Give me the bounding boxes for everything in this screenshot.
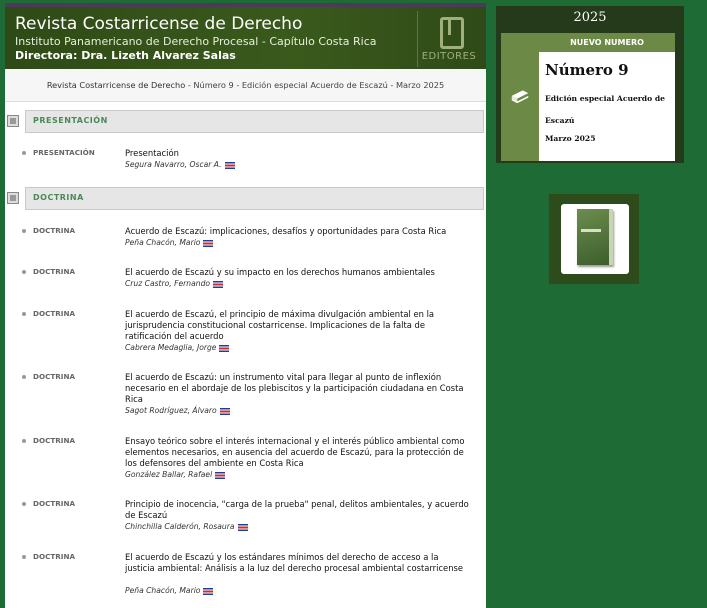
item-title[interactable]: El acuerdo de Escazú: un instrumento vit… — [125, 372, 470, 405]
author-name[interactable]: Segura Navarro, Oscar A. — [125, 160, 222, 169]
list-item: DOCTRINA El acuerdo de Escazú y los está… — [5, 535, 486, 605]
item-author: González Ballar, Rafael — [125, 470, 226, 479]
list-item: PRESENTACIÓN Presentación Segura Navarro… — [5, 132, 486, 187]
item-title[interactable]: El acuerdo de Escazú, el principio de má… — [125, 309, 470, 342]
book-cover-frame — [561, 204, 629, 274]
book-cover-image — [577, 209, 613, 265]
item-category: DOCTRINA — [33, 499, 76, 508]
item-category: DOCTRINA — [33, 436, 76, 445]
author-name[interactable]: Peña Chacón, Mario — [125, 238, 200, 247]
issue-number[interactable]: Número 9 — [545, 61, 629, 79]
bullet-icon — [22, 229, 26, 233]
collapse-icon[interactable] — [7, 192, 19, 204]
costa-rica-flag-icon — [215, 471, 226, 479]
costa-rica-flag-icon — [213, 280, 224, 288]
section-doctrina: DOCTRINA — [5, 187, 486, 210]
item-author: Sagot Rodríguez, Álvaro — [125, 406, 230, 415]
current-issue-card[interactable]: NUEVO NUMERO Número 9 Edición especial A… — [501, 33, 675, 161]
item-author: Peña Chacón, Mario — [125, 586, 214, 595]
item-author: Cabrera Medaglia, Jorge — [125, 343, 230, 352]
book-thumbnail[interactable] — [549, 194, 639, 284]
item-category: PRESENTACIÓN — [33, 148, 95, 157]
books-icon — [511, 90, 529, 104]
costa-rica-flag-icon — [203, 587, 214, 595]
bullet-icon — [22, 151, 26, 155]
author-name[interactable]: Cruz Castro, Fernando — [125, 279, 210, 288]
costa-rica-flag-icon — [203, 239, 214, 247]
issue-date: Marzo 2025 — [545, 134, 596, 143]
list-item: DOCTRINA El acuerdo de Escazú, el princi… — [5, 292, 486, 355]
breadcrumb: Revista Costarricense de Derecho - Númer… — [5, 69, 486, 102]
item-title[interactable]: El acuerdo de Escazú y su impacto en los… — [125, 267, 470, 278]
section-label: DOCTRINA — [33, 193, 84, 202]
new-issue-label: NUEVO NUMERO — [539, 33, 675, 52]
author-name[interactable]: Cabrera Medaglia, Jorge — [125, 343, 216, 352]
main-panel: Revista Costarricense de Derecho Institu… — [5, 3, 486, 608]
bullet-icon — [22, 555, 26, 559]
item-author: Segura Navarro, Oscar A. — [125, 160, 235, 169]
director-line: Directora: Dra. Lizeth Alvarez Salas — [15, 49, 236, 62]
list-item: DOCTRINA Principio de inocencia, "carga … — [5, 482, 486, 535]
breadcrumb-issue: - Número 9 - Edición especial Acuerdo de… — [185, 80, 445, 90]
item-category: DOCTRINA — [33, 267, 76, 276]
list-item: DOCTRINA El acuerdo de Escazú: un instru… — [5, 355, 486, 419]
breadcrumb-journal[interactable]: Revista Costarricense de Derecho — [47, 80, 185, 90]
issue-year: 2025 — [573, 10, 607, 25]
item-category: DOCTRINA — [33, 309, 76, 318]
journal-title[interactable]: Revista Costarricense de Derecho — [15, 14, 302, 34]
item-author: Cruz Castro, Fernando — [125, 279, 224, 288]
institute-subtitle: Instituto Panamericano de Derecho Proces… — [15, 35, 377, 48]
item-title[interactable]: Ensayo teórico sobre el interés internac… — [125, 436, 470, 469]
issue-edition: Edición especial Acuerdo de Escazú — [545, 94, 665, 125]
bullet-icon — [22, 502, 26, 506]
author-name[interactable]: González Ballar, Rafael — [125, 470, 212, 479]
item-category: DOCTRINA — [33, 372, 76, 381]
bullet-icon — [22, 375, 26, 379]
item-author: Peña Chacón, Mario — [125, 238, 214, 247]
section-label: PRESENTACIÓN — [33, 116, 108, 125]
logo-text: EDITORES — [421, 51, 477, 62]
item-category: DOCTRINA — [33, 552, 76, 561]
costa-rica-flag-icon — [237, 523, 248, 531]
bullet-icon — [22, 270, 26, 274]
item-category: DOCTRINA — [33, 226, 76, 235]
costa-rica-flag-icon — [219, 344, 230, 352]
author-name[interactable]: Peña Chacón, Mario — [125, 586, 200, 595]
list-item: DOCTRINA El acuerdo de Escazú y su impac… — [5, 250, 486, 292]
editores-logo[interactable]: EDITORES — [417, 11, 480, 67]
item-title[interactable]: Presentación — [125, 148, 470, 159]
collapse-icon[interactable] — [7, 115, 19, 127]
current-issue-panel: 2025 NUEVO NUMERO Número 9 Edición espec… — [496, 6, 684, 163]
list-item: DOCTRINA Acuerdo de Escazú: implicacione… — [5, 209, 486, 250]
author-name[interactable]: Sagot Rodríguez, Álvaro — [125, 406, 217, 415]
author-name[interactable]: Chinchilla Calderón, Rosaura — [125, 522, 235, 531]
costa-rica-flag-icon — [219, 407, 230, 415]
card-side-band — [501, 33, 539, 161]
item-title[interactable]: Principio de inocencia, "carga de la pru… — [125, 499, 470, 521]
item-author: Chinchilla Calderón, Rosaura — [125, 522, 248, 531]
item-title[interactable]: El acuerdo de Escazú y los estándares mí… — [125, 552, 470, 574]
costa-rica-flag-icon — [224, 161, 235, 169]
logo-icon — [440, 17, 464, 49]
list-item: DOCTRINA Ensayo teórico sobre el interés… — [5, 419, 486, 482]
section-presentacion: PRESENTACIÓN — [5, 110, 486, 133]
bullet-icon — [22, 439, 26, 443]
item-title[interactable]: Acuerdo de Escazú: implicaciones, desafí… — [125, 226, 470, 237]
section-bar — [25, 187, 484, 210]
bullet-icon — [22, 312, 26, 316]
page-header: Revista Costarricense de Derecho Institu… — [5, 7, 486, 69]
